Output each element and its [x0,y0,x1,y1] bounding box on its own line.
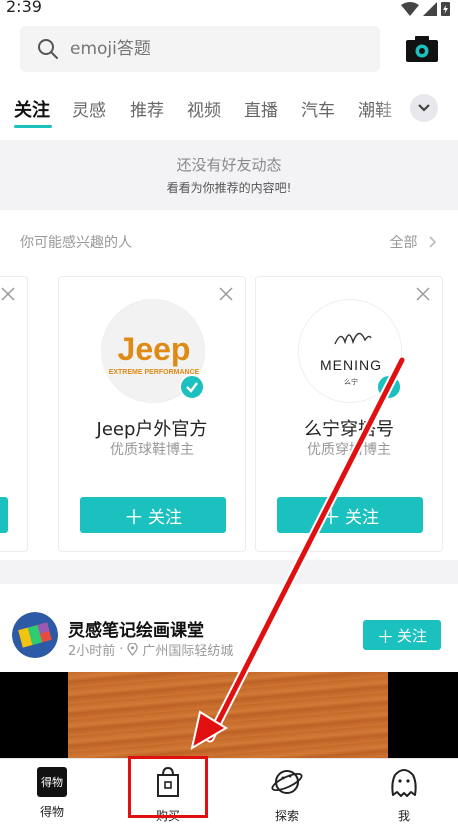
recommend-header: 你可能感兴趣的人 全部 [0,232,458,254]
tabs-expand-button[interactable] [410,94,438,122]
post-meta: 2小时前 · 广州国际轻纺城 [68,640,233,659]
close-icon[interactable] [416,287,430,301]
post-header: 灵感笔记绘画课堂 2小时前 · 广州国际轻纺城 ＋ 关注 [0,598,458,668]
status-bar: 2:39 [0,0,458,20]
follow-label: 关注 [345,507,379,528]
post-image[interactable] [68,672,388,758]
location-pin-icon [127,643,139,656]
plus-icon: ＋ [124,504,144,529]
svg-text:MENING: MENING [320,357,382,373]
post-author-name[interactable]: 灵感笔记绘画课堂 [68,616,204,641]
tab-car[interactable]: 汽车 [301,96,335,121]
nav-label: 探索 [274,809,299,823]
planet-icon [271,770,303,794]
tab-recommend[interactable]: 推荐 [130,96,164,121]
svg-text:么宁: 么宁 [344,377,358,386]
nav-label: 得物 [39,805,64,819]
verified-badge-icon [376,374,402,400]
chevron-down-icon [418,104,430,112]
status-time: 2:39 [6,0,42,16]
tab-live[interactable]: 直播 [244,96,278,121]
recommend-cards: Jeep EXTREME PERFORMANCE Jeep户外官方 优质球鞋博主… [0,276,458,552]
nav-explore[interactable]: 探索 [247,765,327,824]
empty-feed-title: 还没有好友动态 [176,156,282,174]
tab-inspiration[interactable]: 灵感 [72,96,106,121]
card-description: 优质球鞋博主 [110,442,194,458]
profile-ghost-icon [391,769,417,797]
close-icon[interactable] [219,287,233,301]
card-name: 么宁穿搭号 [304,419,394,440]
nav-me[interactable]: 我 [364,765,444,824]
chevron-right-icon [429,236,437,248]
section-divider [0,560,458,584]
card-description: 优质穿搭博主 [307,442,391,458]
status-icons [401,1,450,16]
nav-home[interactable]: 得物 得物 [12,765,92,820]
follow-button[interactable]: ＋ 关注 [80,497,226,533]
see-all-link[interactable]: 全部 [390,232,438,252]
active-tab-indicator [14,125,52,128]
camera-icon[interactable] [406,36,438,62]
bottom-nav: 得物 得物 购买 探索 我 [0,758,458,823]
post-location[interactable]: 广州国际轻纺城 [142,640,233,659]
recommend-title: 你可能感兴趣的人 [20,235,132,251]
follow-label: 关注 [396,626,427,645]
close-icon[interactable] [1,287,15,301]
post-media[interactable] [0,672,458,758]
empty-feed-subtitle: 看看为你推荐的内容吧! [166,181,292,195]
follow-label: 关注 [148,507,182,528]
plus-icon: ＋ [376,627,394,648]
search-icon [38,39,58,59]
empty-feed-banner: 还没有好友动态 看看为你推荐的内容吧! [0,140,458,210]
recommend-card [0,276,28,552]
post-follow-button[interactable]: ＋ 关注 [363,620,441,650]
follow-button[interactable] [0,497,8,533]
category-tabs: 关注 灵感 推荐 视频 直播 汽车 潮鞋 [0,92,458,130]
card-name: Jeep户外官方 [96,419,208,440]
svg-text:Jeep: Jeep [118,331,191,367]
dewu-logo-icon: 得物 [37,767,67,797]
annotation-highlight-box [128,756,208,818]
recommend-card-mening: MENING 么宁 么宁穿搭号 优质穿搭博主 ＋ 关注 [255,276,443,552]
battery-icon [441,2,450,16]
nav-label: 我 [397,809,410,823]
plus-icon: ＋ [321,504,341,529]
palette-avatar-icon [12,612,58,658]
search-box[interactable] [20,26,380,72]
verified-badge-icon [179,374,205,400]
signal-icon [423,1,437,16]
tab-video[interactable]: 视频 [187,96,221,121]
post-time: 2小时前 [68,644,116,659]
recommend-card-jeep: Jeep EXTREME PERFORMANCE Jeep户外官方 优质球鞋博主… [58,276,246,552]
follow-button[interactable]: ＋ 关注 [277,497,423,533]
search-input[interactable] [70,39,350,59]
meta-separator: · [119,642,124,657]
search-row [0,26,458,74]
wifi-icon [401,1,419,16]
tab-follow[interactable]: 关注 [14,96,50,122]
see-all-label: 全部 [389,235,418,251]
post-author-avatar[interactable] [12,612,58,658]
